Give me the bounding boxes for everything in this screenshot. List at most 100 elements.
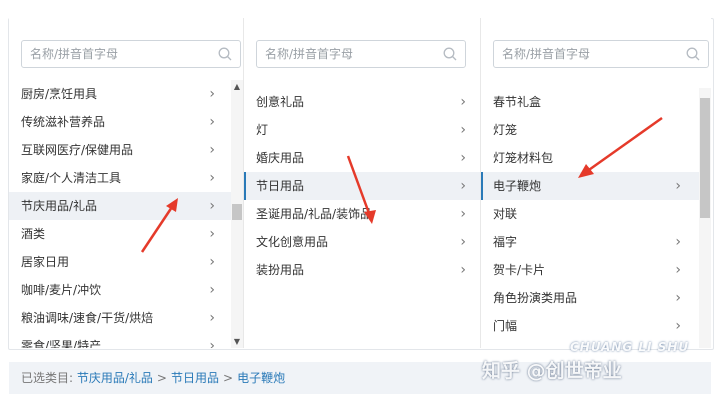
- selected-prefix: 已选类目:: [21, 371, 74, 385]
- category-item[interactable]: 灯笼: [481, 116, 711, 144]
- category-item[interactable]: 节日用品 ›: [244, 172, 480, 200]
- search-input-level-3[interactable]: [494, 41, 672, 67]
- scroll-thumb[interactable]: [700, 98, 710, 218]
- category-item[interactable]: 圣诞用品/礼品/装饰品 ›: [244, 200, 480, 228]
- breadcrumb-level-1[interactable]: 节庆用品/礼品: [77, 371, 153, 385]
- category-item-label: 传统滋补营养品: [21, 115, 106, 129]
- category-item-label: 粮油调味/速食/干货/烘焙: [21, 311, 154, 325]
- chevron-right-icon: ›: [209, 310, 215, 326]
- category-item[interactable]: 家庭/个人清洁工具 ›: [9, 164, 243, 192]
- breadcrumb-level-3[interactable]: 电子鞭炮: [237, 371, 285, 385]
- category-item-label: 厨房/烹饪用具: [21, 87, 98, 101]
- chevron-right-icon: ›: [209, 282, 215, 298]
- category-item-label: 居家日用: [21, 255, 70, 269]
- category-column-level-1: 厨房/烹饪用具›传统滋补营养品›互联网医疗/保健用品›家庭/个人清洁工具›节庆用…: [9, 18, 244, 348]
- scroll-up-icon[interactable]: ▲: [231, 82, 243, 91]
- chevron-right-icon: ›: [209, 170, 215, 186]
- category-item[interactable]: 灯笼材料包: [481, 144, 711, 172]
- search-icon[interactable]: [686, 47, 700, 61]
- category-item[interactable]: 粮油调味/速食/干货/烘焙 ›: [9, 304, 243, 332]
- chevron-right-icon: ›: [209, 198, 215, 214]
- chevron-right-icon: ›: [460, 234, 466, 250]
- category-item[interactable]: 居家日用 ›: [9, 248, 243, 276]
- category-item[interactable]: 装扮用品 ›: [244, 256, 480, 284]
- chevron-right-icon: ›: [460, 122, 466, 138]
- breadcrumb-level-2[interactable]: 节日用品: [171, 371, 219, 385]
- category-item[interactable]: 婚庆用品 ›: [244, 144, 480, 172]
- chevron-right-icon: ›: [209, 226, 215, 242]
- category-item-label: 灯: [256, 123, 269, 137]
- search-input-level-2[interactable]: [257, 41, 435, 67]
- category-item-label: 创意礼品: [256, 95, 305, 109]
- category-item[interactable]: 文化创意用品 ›: [244, 228, 480, 256]
- category-item-label: 春节礼盒: [493, 95, 542, 109]
- category-item-label: 文化创意用品: [256, 235, 329, 249]
- chevron-right-icon: ›: [460, 262, 466, 278]
- chevron-right-icon: ›: [675, 318, 681, 334]
- category-item[interactable]: 节庆用品/礼品 ›: [9, 192, 243, 220]
- search-icon[interactable]: [218, 47, 232, 61]
- chevron-right-icon: ›: [675, 290, 681, 306]
- chevron-right-icon: ›: [460, 94, 466, 110]
- scrollbar-level-3[interactable]: [699, 88, 711, 348]
- search-box-level-2: [256, 40, 466, 68]
- category-item-label: 节庆用品/礼品: [21, 199, 98, 213]
- category-item-label: 装扮用品: [256, 263, 305, 277]
- category-item[interactable]: 零食/坚果/特产 ›: [9, 332, 243, 348]
- breadcrumb-separator: >: [156, 371, 167, 385]
- chevron-right-icon: ›: [209, 254, 215, 270]
- category-column-level-2: 创意礼品›灯›婚庆用品›节日用品›圣诞用品/礼品/装饰品›文化创意用品›装扮用品…: [244, 18, 481, 348]
- category-item[interactable]: 春节礼盒: [481, 88, 711, 116]
- search-box-level-3: [493, 40, 709, 68]
- category-item[interactable]: 电子鞭炮 ›: [481, 172, 711, 200]
- category-item-label: 婚庆用品: [256, 151, 305, 165]
- search-icon[interactable]: [443, 47, 457, 61]
- search-box-level-1: [21, 40, 241, 68]
- chevron-right-icon: ›: [460, 206, 466, 222]
- category-list-level-2: 创意礼品 › 灯 › 婚庆用品 › 节日用品 › 圣诞用品/礼品/装饰品 › 文化创意用品 › 装扮用品…: [244, 88, 480, 348]
- category-item[interactable]: 创意礼品 ›: [244, 88, 480, 116]
- category-item-label: 电子鞭炮: [493, 179, 542, 193]
- selected-category-bar: 已选类目: 节庆用品/礼品 > 节日用品 > 电子鞭炮: [9, 362, 711, 394]
- category-item-label: 零食/坚果/特产: [21, 339, 102, 348]
- category-item-label: 角色扮演类用品: [493, 291, 578, 305]
- category-item[interactable]: 福字 ›: [481, 228, 711, 256]
- breadcrumb-separator: >: [223, 371, 234, 385]
- chevron-right-icon: ›: [460, 150, 466, 166]
- category-item[interactable]: 酒类 ›: [9, 220, 243, 248]
- category-column-level-3: 春节礼盒灯笼灯笼材料包电子鞭炮 › 对联福字 › 贺卡/卡片 › 角色扮演类用品 › 门幅 ›: [481, 18, 711, 348]
- category-item[interactable]: 门幅 ›: [481, 312, 711, 340]
- chevron-right-icon: ›: [209, 142, 215, 158]
- category-item-label: 福字: [493, 235, 518, 249]
- category-list-level-3: 春节礼盒灯笼 灯笼材料包电子鞭炮 › 对联福字 › 贺卡/卡片 › 角色扮演类用品 › 门幅 ›: [481, 88, 711, 348]
- chevron-right-icon: ›: [209, 86, 215, 102]
- category-item[interactable]: 咖啡/麦片/冲饮 ›: [9, 276, 243, 304]
- chevron-right-icon: ›: [209, 338, 215, 348]
- category-item[interactable]: 灯 ›: [244, 116, 480, 144]
- category-item[interactable]: 互联网医疗/保健用品 ›: [9, 136, 243, 164]
- category-item[interactable]: 贺卡/卡片 ›: [481, 256, 711, 284]
- category-item[interactable]: 传统滋补营养品 ›: [9, 108, 243, 136]
- category-list-level-1: 厨房/烹饪用具 › 传统滋补营养品 › 互联网医疗/保健用品 › 家庭/个人清洁工具 › 节庆用…: [9, 80, 243, 348]
- scroll-thumb[interactable]: [232, 204, 242, 220]
- chevron-right-icon: ›: [460, 178, 466, 194]
- search-input-level-1[interactable]: [22, 41, 200, 67]
- chevron-right-icon: ›: [209, 114, 215, 130]
- category-item-label: 家庭/个人清洁工具: [21, 171, 122, 185]
- chevron-right-icon: ›: [675, 178, 681, 194]
- category-item-label: 门幅: [493, 319, 518, 333]
- category-item[interactable]: 对联: [481, 200, 711, 228]
- chevron-right-icon: ›: [675, 234, 681, 250]
- category-item-label: 贺卡/卡片: [493, 263, 546, 277]
- category-item-label: 圣诞用品/礼品/装饰品: [256, 207, 373, 221]
- chevron-right-icon: ›: [675, 262, 681, 278]
- scrollbar-level-1[interactable]: ▲ ▼: [231, 80, 243, 348]
- scroll-down-icon[interactable]: ▼: [231, 337, 243, 346]
- category-item[interactable]: 角色扮演类用品 ›: [481, 284, 711, 312]
- category-item-label: 酒类: [21, 227, 46, 241]
- category-item-label: 节日用品: [256, 179, 305, 193]
- category-item-label: 互联网医疗/保健用品: [21, 143, 134, 157]
- category-item-label: 咖啡/麦片/冲饮: [21, 283, 102, 297]
- category-item[interactable]: 厨房/烹饪用具 ›: [9, 80, 243, 108]
- category-item-label: 对联: [493, 207, 518, 221]
